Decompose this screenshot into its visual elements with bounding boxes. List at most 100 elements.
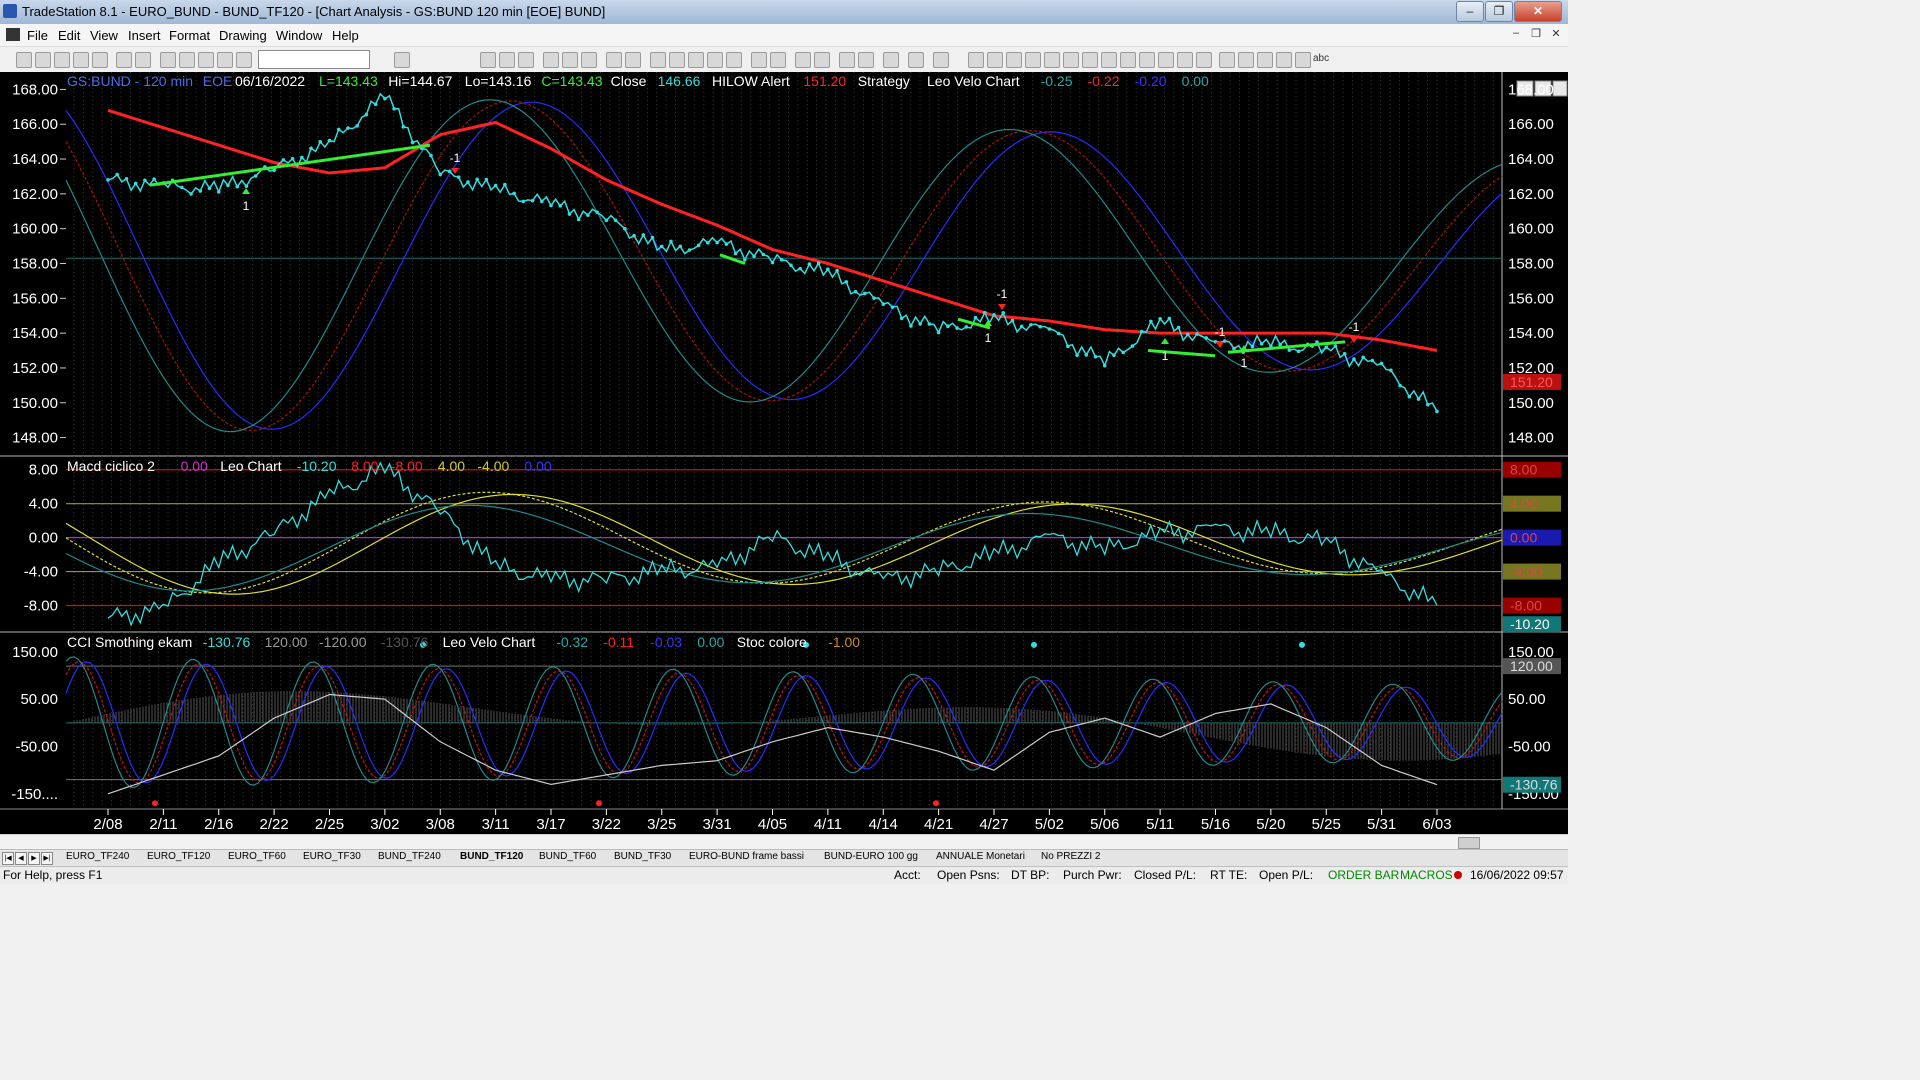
tab-euro-tf240[interactable]: EURO_TF240 xyxy=(66,851,129,862)
macd-tag-label: -8.00 xyxy=(1510,598,1542,614)
space-to-right-icon[interactable] xyxy=(751,52,767,68)
tab-first-icon[interactable]: |◀ xyxy=(2,852,14,865)
window-link-icon[interactable] xyxy=(908,52,924,68)
status-order-bar[interactable]: ORDER BAR xyxy=(1328,868,1399,882)
extension-icon[interactable] xyxy=(1139,52,1155,68)
regression-channel-icon[interactable] xyxy=(1101,52,1117,68)
sell-arrow-icon xyxy=(998,304,1006,310)
line-chart-icon[interactable] xyxy=(707,52,723,68)
tab-bund-tf30[interactable]: BUND_TF30 xyxy=(614,851,671,862)
tab-euro-tf60[interactable]: EURO_TF60 xyxy=(228,851,286,862)
fib-fan-icon[interactable] xyxy=(1120,52,1136,68)
close-point xyxy=(881,302,886,306)
paint-icon[interactable] xyxy=(236,52,252,68)
tab-prev-icon[interactable]: ◀ xyxy=(15,852,27,865)
format-analysis-icon[interactable] xyxy=(625,52,641,68)
print-preview-icon[interactable] xyxy=(135,52,151,68)
tab-no-prezzi-2[interactable]: No PREZZI 2 xyxy=(1041,851,1100,862)
format-icon[interactable] xyxy=(217,52,233,68)
cycle-lines-icon[interactable] xyxy=(1177,52,1193,68)
open-workspace-icon[interactable] xyxy=(73,52,89,68)
search-icon[interactable] xyxy=(394,52,410,68)
new-workspace-icon[interactable] xyxy=(54,52,70,68)
rectangle-icon[interactable] xyxy=(1295,52,1311,68)
andrews-pitchfork-icon[interactable] xyxy=(1063,52,1079,68)
layout-icon[interactable] xyxy=(933,52,949,68)
close-point xyxy=(447,169,452,174)
menu-edit[interactable]: Edit xyxy=(58,28,80,43)
close-button[interactable]: ✕ xyxy=(1514,1,1562,22)
chart-svg[interactable]: 168.00 168.00 166.00 166.00 164.00 164.00 162.… xyxy=(0,72,1568,834)
menu-insert[interactable]: Insert xyxy=(128,28,161,43)
trendline-icon[interactable] xyxy=(968,52,984,68)
up-arrow-icon[interactable] xyxy=(1257,52,1273,68)
zoom-out-icon[interactable] xyxy=(814,52,830,68)
data-tip-icon[interactable] xyxy=(858,52,874,68)
chart-header-item: Leo Velo Chart xyxy=(927,73,1020,89)
indicator-icon[interactable] xyxy=(562,52,578,68)
fibonacci-icon[interactable] xyxy=(1025,52,1041,68)
down-arrow-icon[interactable] xyxy=(1238,52,1254,68)
status-macros[interactable]: MACROS xyxy=(1400,868,1453,882)
zoom-in-icon[interactable] xyxy=(795,52,811,68)
tools-icon[interactable] xyxy=(883,52,899,68)
tab-bund-euro-100-gg[interactable]: BUND-EURO 100 gg xyxy=(824,851,918,862)
bar-chart-icon[interactable] xyxy=(688,52,704,68)
tab-bund-tf120[interactable]: BUND_TF120 xyxy=(460,851,523,862)
new-file-icon[interactable] xyxy=(16,52,32,68)
arc-icon[interactable] xyxy=(1219,52,1235,68)
open-file-icon[interactable] xyxy=(35,52,51,68)
candle-chart-icon[interactable] xyxy=(726,52,742,68)
menu-format[interactable]: Format xyxy=(169,28,210,43)
close-point xyxy=(1370,358,1375,363)
minimize-button[interactable]: ‒ xyxy=(1456,1,1484,22)
menu-drawing[interactable]: Drawing xyxy=(219,28,267,43)
tab-next-icon[interactable]: ▶ xyxy=(28,852,40,865)
order-icon[interactable] xyxy=(669,52,685,68)
horizontal-scrollbar[interactable] xyxy=(0,834,1568,849)
speed-lines-icon[interactable] xyxy=(1044,52,1060,68)
scanner-icon[interactable] xyxy=(543,52,559,68)
tab-euro-tf120[interactable]: EURO_TF120 xyxy=(147,851,210,862)
tab-annuale-monetari[interactable]: ANNUALE Monetari xyxy=(936,851,1025,862)
menu-file[interactable]: File xyxy=(27,28,48,43)
horizontal-line-icon[interactable] xyxy=(1006,52,1022,68)
radar-icon[interactable] xyxy=(499,52,515,68)
cut-icon[interactable] xyxy=(160,52,176,68)
bar-spacing-icon[interactable] xyxy=(770,52,786,68)
tab-euro-bund-frame-bassi[interactable]: EURO-BUND frame bassi xyxy=(689,851,804,862)
freehand-icon[interactable] xyxy=(1196,52,1212,68)
tab-bund-tf60[interactable]: BUND_TF60 xyxy=(539,851,596,862)
print-icon[interactable] xyxy=(116,52,132,68)
copy-icon[interactable] xyxy=(179,52,195,68)
menu-window[interactable]: Window xyxy=(276,28,322,43)
alert-icon[interactable] xyxy=(650,52,666,68)
time-axis-label: 3/17 xyxy=(536,816,565,833)
scrollbar-thumb[interactable] xyxy=(1458,837,1480,849)
gann-fan-icon[interactable] xyxy=(1082,52,1098,68)
chart-window-icon[interactable] xyxy=(6,28,20,41)
symbol-selector[interactable] xyxy=(258,50,370,69)
mdi-minimize-button[interactable]: ‒ xyxy=(1508,27,1524,42)
mdi-restore-button[interactable]: ❐ xyxy=(1528,27,1544,42)
mdi-close-button[interactable]: ✕ xyxy=(1548,27,1564,42)
tab-euro-tf30[interactable]: EURO_TF30 xyxy=(303,851,361,862)
lock-icon[interactable] xyxy=(198,52,214,68)
matrix-icon[interactable] xyxy=(518,52,534,68)
chart-area[interactable]: 168.00 168.00 166.00 166.00 164.00 164.00 162.… xyxy=(0,72,1568,834)
maximize-button[interactable]: ❐ xyxy=(1485,1,1513,22)
save-icon[interactable] xyxy=(92,52,108,68)
strategy-icon[interactable] xyxy=(581,52,597,68)
tab-last-icon[interactable]: ▶| xyxy=(41,852,53,865)
parallel-lines-icon[interactable] xyxy=(1158,52,1174,68)
menu-view[interactable]: View xyxy=(90,28,118,43)
close-point xyxy=(309,146,313,151)
tab-bund-tf240[interactable]: BUND_TF240 xyxy=(378,851,441,862)
text-tool-label[interactable]: abc xyxy=(1313,53,1329,64)
vertical-line-icon[interactable] xyxy=(987,52,1003,68)
pointer-icon[interactable] xyxy=(839,52,855,68)
chart-icon[interactable] xyxy=(480,52,496,68)
insert-analysis-icon[interactable] xyxy=(606,52,622,68)
menu-help[interactable]: Help xyxy=(332,28,359,43)
ellipse-icon[interactable] xyxy=(1276,52,1292,68)
